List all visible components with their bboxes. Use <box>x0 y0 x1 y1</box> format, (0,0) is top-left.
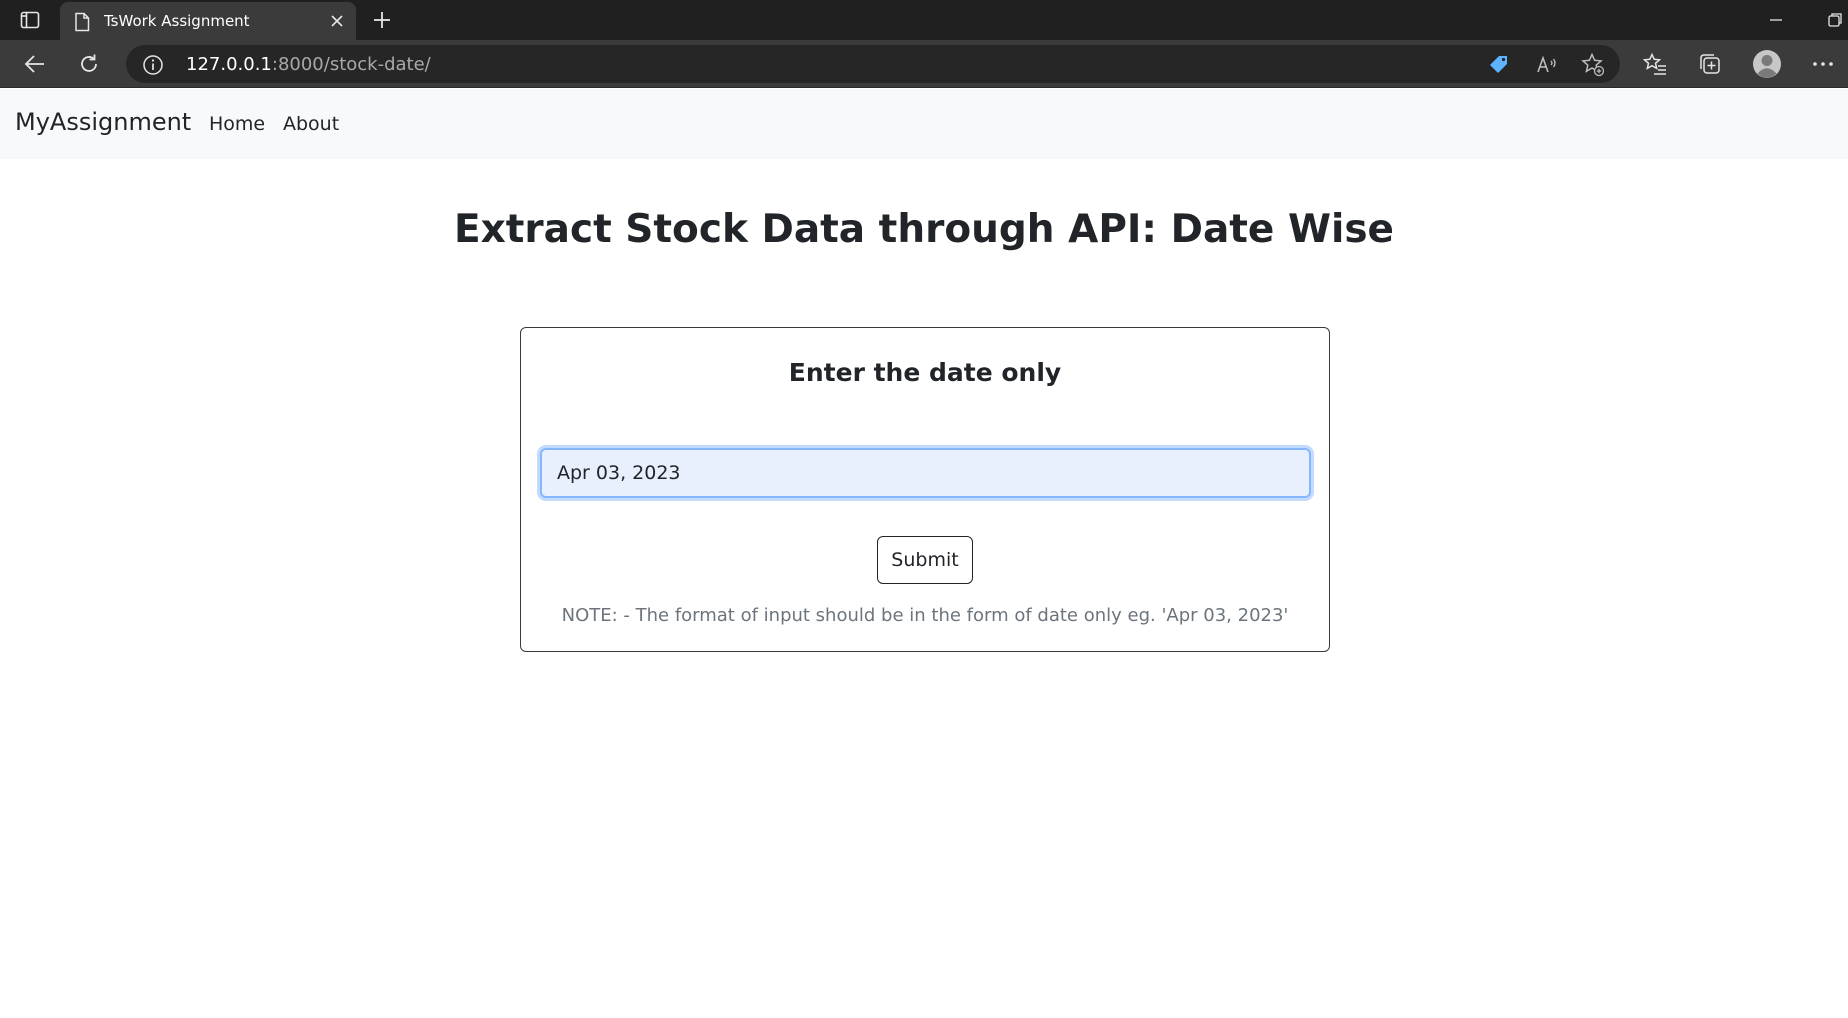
url-host: 127.0.0.1 <box>186 54 272 75</box>
plus-icon[interactable] <box>368 6 396 34</box>
navbar-brand[interactable]: MyAssignment <box>15 108 191 136</box>
tag-icon[interactable] <box>1486 52 1512 78</box>
star-add-icon[interactable] <box>1580 52 1606 78</box>
refresh-icon[interactable] <box>72 48 106 80</box>
navbar: MyAssignment Home About <box>0 89 1848 159</box>
address-bar[interactable]: 127.0.0.1:8000/stock-date/ <box>126 45 1620 83</box>
address-url[interactable]: 127.0.0.1:8000/stock-date/ <box>186 54 431 75</box>
page-title: Extract Stock Data through API: Date Wis… <box>453 207 1395 252</box>
ellipsis-icon[interactable] <box>1806 48 1840 80</box>
favorites-list-icon[interactable] <box>1638 48 1672 80</box>
date-form-card: Enter the date only Submit NOTE: - The f… <box>520 327 1330 652</box>
tab-title: TsWork Assignment <box>104 12 250 30</box>
nav-link-home[interactable]: Home <box>209 113 265 135</box>
url-path: :8000/stock-date/ <box>271 54 431 75</box>
format-note: NOTE: - The format of input should be in… <box>561 605 1289 626</box>
restore-icon[interactable] <box>1820 10 1848 30</box>
nav-link-about[interactable]: About <box>283 113 339 135</box>
read-aloud-icon[interactable] <box>1534 52 1560 78</box>
close-icon[interactable] <box>328 12 346 30</box>
page-content: MyAssignment Home About Extract Stock Da… <box>0 89 1848 1018</box>
browser-toolbar: 127.0.0.1:8000/stock-date/ <box>0 40 1848 88</box>
profile-icon[interactable] <box>1750 48 1784 80</box>
minimize-icon[interactable] <box>1762 12 1790 28</box>
submit-button[interactable]: Submit <box>877 536 973 584</box>
tab-actions-icon[interactable] <box>16 8 44 32</box>
browser-tab-strip: TsWork Assignment <box>0 0 1848 40</box>
page-icon <box>74 12 92 32</box>
collections-icon[interactable] <box>1693 48 1727 80</box>
browser-tab-active[interactable]: TsWork Assignment <box>60 2 356 40</box>
form-heading: Enter the date only <box>788 358 1062 387</box>
date-input[interactable] <box>540 448 1311 498</box>
back-arrow-icon[interactable] <box>18 48 52 80</box>
info-icon[interactable] <box>142 54 164 76</box>
